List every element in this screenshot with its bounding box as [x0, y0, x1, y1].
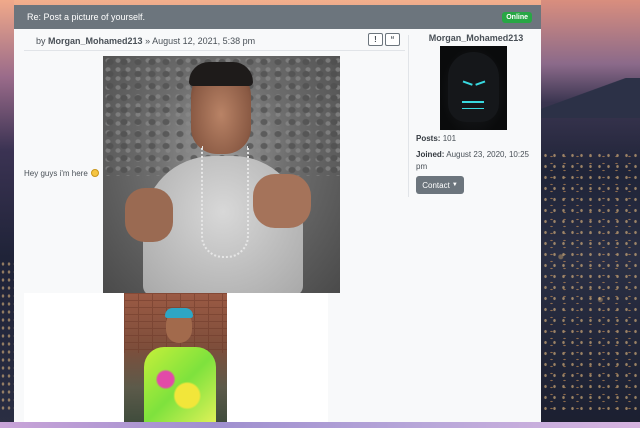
- report-button[interactable]: !: [368, 33, 383, 46]
- post-meta: by Morgan_Mohamed213 » August 12, 2021, …: [36, 36, 255, 46]
- background-cityscape: [541, 0, 640, 428]
- online-status-badge: Online: [502, 11, 532, 23]
- profile-divider: [408, 35, 409, 197]
- contact-label: Contact: [422, 180, 450, 190]
- quote-button[interactable]: “: [385, 33, 400, 46]
- joined-stat: Joined: August 23, 2020, 10:25 pm: [416, 149, 541, 173]
- meta-prefix: by: [36, 36, 46, 46]
- post-card: by Morgan_Mohamed213 » August 12, 2021, …: [14, 29, 541, 428]
- post-date: » August 12, 2021, 5:38 pm: [145, 36, 256, 46]
- profile-stats: Posts: 101 Joined: August 23, 2020, 10:2…: [416, 133, 541, 173]
- grinning-emoji-icon: [91, 169, 100, 177]
- background-left: [0, 0, 14, 428]
- posts-label: Posts:: [416, 134, 441, 143]
- post-photo-1[interactable]: [103, 56, 340, 293]
- joined-label: Joined:: [416, 150, 445, 159]
- post-body-text: Hey guys i'm here: [24, 169, 88, 178]
- post-body: Hey guys i'm here: [24, 169, 100, 178]
- post-photo-2[interactable]: [124, 293, 227, 428]
- posts-stat: Posts: 101: [416, 133, 541, 145]
- caret-down-icon: ▼: [451, 182, 458, 188]
- avatar[interactable]: [440, 46, 507, 130]
- contact-button[interactable]: Contact ▼: [416, 176, 464, 194]
- divider: [24, 50, 405, 51]
- post-title[interactable]: Re: Post a picture of yourself.: [27, 12, 145, 22]
- posts-count: 101: [442, 134, 457, 143]
- bottom-edge: [0, 422, 640, 428]
- post-author-link[interactable]: Morgan_Mohamed213: [48, 36, 143, 46]
- post-header: Re: Post a picture of yourself. Online: [14, 5, 541, 29]
- profile-username-link[interactable]: Morgan_Mohamed213: [416, 33, 536, 43]
- post-actions: ! “: [368, 33, 400, 46]
